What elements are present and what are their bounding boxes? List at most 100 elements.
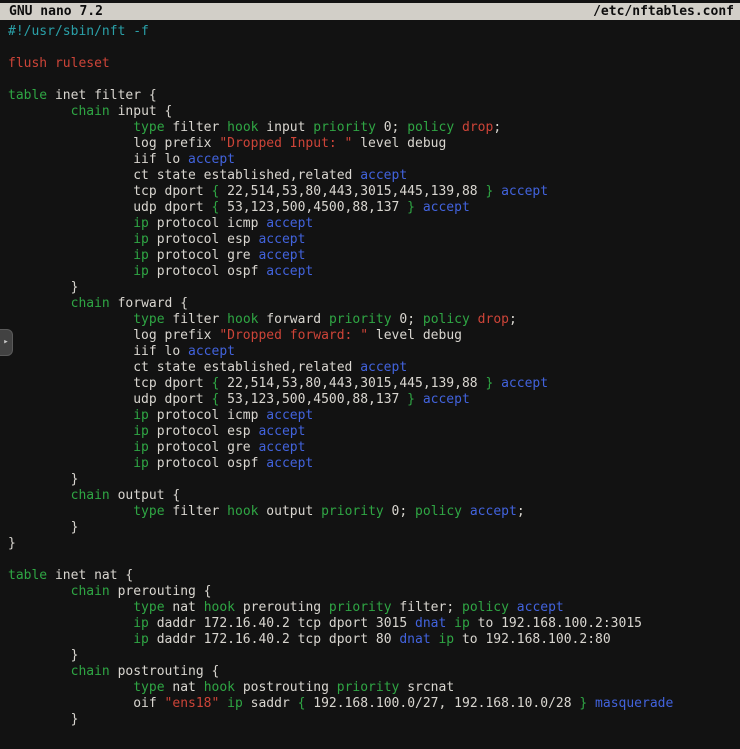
code-token: } <box>8 712 78 727</box>
nano-version-label: GNU nano 7.2 <box>9 3 103 20</box>
side-panel-handle[interactable]: ▸ <box>0 329 13 356</box>
code-token: level debug <box>368 328 462 343</box>
code-token: } <box>407 392 415 407</box>
expand-arrow-icon: ▸ <box>3 338 8 347</box>
code-line: ip protocol esp accept <box>8 232 740 248</box>
code-line: } <box>8 536 740 552</box>
code-token: 53,123,500,4500,88,137 <box>219 392 407 407</box>
code-token: } <box>407 200 415 215</box>
code-token: iif lo <box>8 152 188 167</box>
code-token: chain <box>71 584 110 599</box>
code-token: table <box>8 568 47 583</box>
code-token <box>219 696 227 711</box>
code-token: accept <box>266 408 313 423</box>
code-token <box>8 584 71 599</box>
code-line: ip protocol ospf accept <box>8 456 740 472</box>
code-line <box>8 72 740 88</box>
code-token: ip <box>133 408 149 423</box>
code-token: dnat <box>415 616 446 631</box>
code-token: masquerade <box>595 696 673 711</box>
code-token: hook <box>204 680 235 695</box>
code-token: ; <box>509 312 517 327</box>
code-token: ip <box>227 696 243 711</box>
code-token: ip <box>133 264 149 279</box>
code-token: saddr <box>243 696 298 711</box>
code-token <box>8 264 133 279</box>
terminal-window: GNU nano 7.2 /etc/nftables.conf #!/usr/s… <box>0 0 740 749</box>
code-line: iif lo accept <box>8 344 740 360</box>
code-token: table <box>8 88 47 103</box>
code-line: } <box>8 520 740 536</box>
code-line: } <box>8 280 740 296</box>
editor-content[interactable]: #!/usr/sbin/nft -f flush ruleset table i… <box>0 20 740 728</box>
code-line: log prefix "Dropped Input: " level debug <box>8 136 740 152</box>
code-token: inet filter { <box>47 88 157 103</box>
code-line: ip protocol gre accept <box>8 440 740 456</box>
code-token: chain <box>71 104 110 119</box>
code-token: accept <box>501 184 548 199</box>
code-token: accept <box>258 440 305 455</box>
code-token: priority <box>329 600 392 615</box>
code-token: protocol icmp <box>149 216 266 231</box>
code-token: output { <box>110 488 180 503</box>
code-token: output <box>258 504 321 519</box>
code-token <box>415 200 423 215</box>
code-token: } <box>8 472 78 487</box>
code-token: ; <box>517 504 525 519</box>
code-token <box>509 600 517 615</box>
code-token: drop <box>478 312 509 327</box>
code-token <box>8 600 133 615</box>
code-token: forward <box>258 312 328 327</box>
code-token <box>8 632 133 647</box>
code-token <box>587 696 595 711</box>
code-token: ip <box>133 216 149 231</box>
code-token: accept <box>266 216 313 231</box>
code-line: type filter hook input priority 0; polic… <box>8 120 740 136</box>
code-token <box>8 680 133 695</box>
code-token: protocol gre <box>149 440 259 455</box>
code-token: input { <box>110 104 173 119</box>
code-token: type <box>133 600 164 615</box>
code-token: accept <box>423 392 470 407</box>
code-line: ct state established,related accept <box>8 168 740 184</box>
code-token: 53,123,500,4500,88,137 <box>219 200 407 215</box>
code-token: hook <box>227 504 258 519</box>
code-line: type filter hook forward priority 0; pol… <box>8 312 740 328</box>
code-token: protocol icmp <box>149 408 266 423</box>
code-token: oif <box>8 696 165 711</box>
code-line: tcp dport { 22,514,53,80,443,3015,445,13… <box>8 184 740 200</box>
code-line: flush ruleset <box>8 56 740 72</box>
code-line: } <box>8 648 740 664</box>
code-line: chain input { <box>8 104 740 120</box>
code-token: protocol esp <box>149 424 259 439</box>
code-token: tcp dport <box>8 184 212 199</box>
code-token <box>8 296 71 311</box>
code-line: log prefix "Dropped forward: " level deb… <box>8 328 740 344</box>
code-token: srcnat <box>399 680 454 695</box>
code-token: flush ruleset <box>8 56 110 71</box>
code-token: postrouting <box>235 680 337 695</box>
code-token: ip <box>133 456 149 471</box>
code-line: ip daddr 172.16.40.2 tcp dport 80 dnat i… <box>8 632 740 648</box>
code-line: type filter hook output priority 0; poli… <box>8 504 740 520</box>
code-token: type <box>133 504 164 519</box>
code-token: nat <box>165 680 204 695</box>
code-line: oif "ens18" ip saddr { 192.168.100.0/27,… <box>8 696 740 712</box>
code-token: "Dropped Input: " <box>219 136 352 151</box>
code-token: iif lo <box>8 344 188 359</box>
code-token: policy <box>407 120 454 135</box>
code-line: iif lo accept <box>8 152 740 168</box>
code-token: accept <box>258 424 305 439</box>
code-line: #!/usr/sbin/nft -f <box>8 24 740 40</box>
code-token: tcp dport <box>8 376 212 391</box>
code-token: to 192.168.100.2:3015 <box>470 616 642 631</box>
code-token: chain <box>71 488 110 503</box>
code-line: ip protocol icmp accept <box>8 216 740 232</box>
code-token: ct state established,related <box>8 168 360 183</box>
code-token <box>493 376 501 391</box>
code-token: daddr 172.16.40.2 tcp dport 80 <box>149 632 399 647</box>
code-token: forward { <box>110 296 188 311</box>
code-token: policy <box>415 504 462 519</box>
code-token: 0; <box>376 120 407 135</box>
code-token: 0; <box>384 504 415 519</box>
